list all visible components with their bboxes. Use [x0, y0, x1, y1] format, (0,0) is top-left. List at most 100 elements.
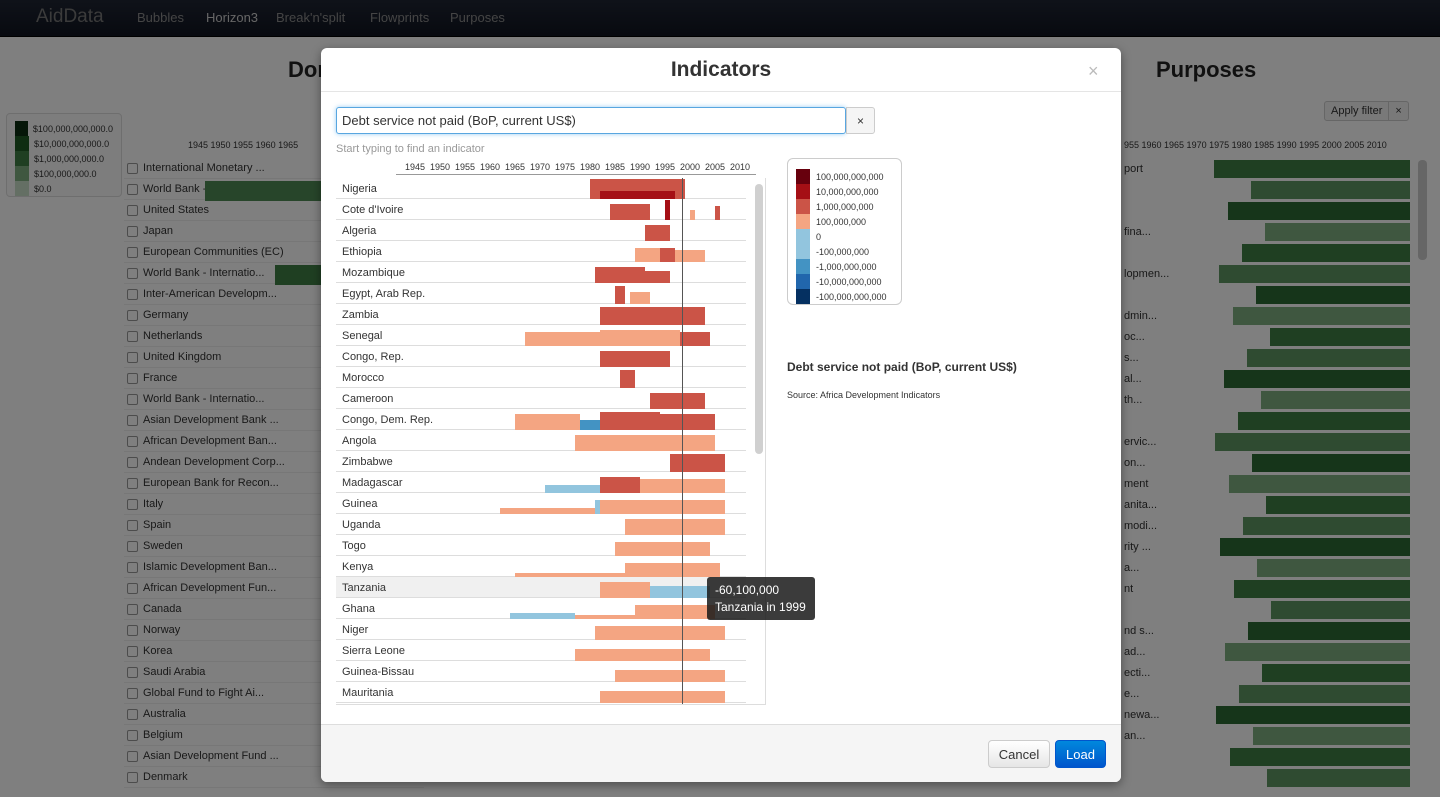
- legend-row: 1,000,000,000: [796, 199, 893, 214]
- horizon-bar: [625, 563, 720, 577]
- legend-swatch: [796, 244, 810, 259]
- indicator-title: Debt service not paid (BoP, current US$): [787, 360, 1017, 374]
- country-row[interactable]: Uganda: [336, 514, 746, 535]
- legend-swatch: [796, 274, 810, 289]
- country-row[interactable]: Guinea-Bissau: [336, 661, 746, 682]
- legend-row: -100,000,000,000: [796, 289, 893, 304]
- horizon-bar: [595, 626, 725, 640]
- year-tick-label: 2010: [729, 162, 751, 172]
- horizon-bars: [336, 367, 746, 388]
- country-row[interactable]: Togo: [336, 535, 746, 556]
- country-label: Zambia: [342, 309, 379, 321]
- country-label: Guinea: [342, 498, 378, 510]
- country-label: Ghana: [342, 603, 376, 615]
- country-row[interactable]: Mauritania: [336, 682, 746, 703]
- horizon-bars: [336, 304, 746, 325]
- country-row[interactable]: Madagascar: [336, 472, 746, 493]
- load-button[interactable]: Load: [1055, 740, 1106, 768]
- country-label: Zimbabwe: [342, 456, 393, 468]
- year-marker-line: [682, 178, 683, 704]
- country-row[interactable]: Sierra Leone: [336, 640, 746, 661]
- horizon-bar: [615, 286, 625, 304]
- country-label: Ethiopia: [342, 246, 382, 258]
- country-label: Congo, Dem. Rep.: [342, 414, 434, 426]
- legend-row: 10,000,000,000: [796, 184, 893, 199]
- horizon-bar: [665, 435, 715, 451]
- country-row[interactable]: Congo, Dem. Rep.: [336, 409, 746, 430]
- year-tick-label: 1985: [604, 162, 626, 172]
- country-row[interactable]: Niger: [336, 619, 746, 640]
- horizon-bar: [575, 615, 635, 619]
- country-label: Nigeria: [342, 183, 377, 195]
- cancel-button[interactable]: Cancel: [988, 740, 1050, 768]
- country-row[interactable]: Ghana: [336, 598, 746, 619]
- country-row[interactable]: Algeria: [336, 220, 746, 241]
- country-label: Uganda: [342, 519, 381, 531]
- country-label: Niger: [342, 624, 369, 636]
- year-tick-label: 1950: [429, 162, 451, 172]
- country-row[interactable]: Mozambique: [336, 262, 746, 283]
- axis-line: [396, 174, 756, 175]
- horizon-bars: [336, 325, 746, 346]
- legend-row: -10,000,000,000: [796, 274, 893, 289]
- country-row[interactable]: Angola: [336, 430, 746, 451]
- horizon-bars: [336, 493, 746, 514]
- search-hint: Start typing to find an indicator: [336, 143, 485, 155]
- year-tick-label: 2005: [704, 162, 726, 172]
- country-label: Morocco: [342, 372, 385, 384]
- horizon-bar: [600, 330, 680, 346]
- country-row[interactable]: Cote d'Ivoire: [336, 199, 746, 220]
- country-row[interactable]: Morocco: [336, 367, 746, 388]
- country-row[interactable]: Egypt, Arab Rep.: [336, 283, 746, 304]
- year-tick-label: 1945: [404, 162, 426, 172]
- country-row[interactable]: Guinea: [336, 493, 746, 514]
- country-label: Egypt, Arab Rep.: [342, 288, 426, 300]
- country-row[interactable]: Ethiopia: [336, 241, 746, 262]
- horizon-bar: [680, 332, 710, 346]
- legend-label: 1,000,000,000: [816, 201, 874, 212]
- country-label: Senegal: [342, 330, 383, 342]
- horizon-bars: [336, 430, 746, 451]
- close-icon[interactable]: ×: [1088, 62, 1099, 80]
- horizon-bar: [665, 200, 670, 220]
- country-row[interactable]: Kenya: [336, 556, 746, 577]
- list-scrollbar[interactable]: [755, 184, 763, 454]
- legend-label: 0: [816, 231, 822, 242]
- year-tick-label: 1955: [454, 162, 476, 172]
- legend-row: -1,000,000,000: [796, 259, 893, 274]
- clear-search-button[interactable]: ×: [846, 107, 875, 134]
- country-row[interactable]: Cameroon: [336, 388, 746, 409]
- country-row[interactable]: Congo, Rep.: [336, 346, 746, 367]
- horizon-bars: [336, 514, 746, 535]
- legend-swatch: [796, 199, 810, 214]
- country-row[interactable]: Tanzania: [336, 577, 746, 598]
- legend-swatch: [796, 259, 810, 274]
- horizon-bar: [600, 351, 670, 367]
- horizon-bar: [670, 454, 725, 472]
- horizon-bar: [515, 573, 625, 577]
- horizon-bar: [615, 670, 725, 682]
- horizon-bar: [545, 485, 600, 493]
- legend-label: -100,000,000: [816, 246, 870, 257]
- country-label: Tanzania: [342, 582, 387, 594]
- country-horizon-list[interactable]: Mauritania Guinea-Bissau Sierra Leone Niger…: [336, 178, 766, 705]
- horizon-bar: [645, 225, 670, 241]
- horizon-bar: [500, 508, 595, 514]
- country-row[interactable]: Zambia: [336, 304, 746, 325]
- tooltip-value: -60,100,000: [715, 583, 780, 597]
- country-row[interactable]: Nigeria: [336, 178, 746, 199]
- horizon-bar: [510, 613, 575, 619]
- country-row[interactable]: Zimbabwe: [336, 451, 746, 472]
- country-row[interactable]: Senegal: [336, 325, 746, 346]
- legend-label: 100,000,000,000: [816, 171, 884, 182]
- country-label: Mauritania: [342, 687, 394, 699]
- horizon-bar: [600, 582, 650, 598]
- horizon-bar: [675, 250, 705, 262]
- horizon-bar: [690, 210, 695, 220]
- indicator-search-input[interactable]: [336, 107, 846, 134]
- legend-row: 0: [796, 229, 893, 244]
- year-tick-label: 2000: [679, 162, 701, 172]
- horizon-bar: [575, 649, 710, 661]
- horizon-bar: [515, 414, 580, 430]
- horizon-bar: [600, 191, 675, 199]
